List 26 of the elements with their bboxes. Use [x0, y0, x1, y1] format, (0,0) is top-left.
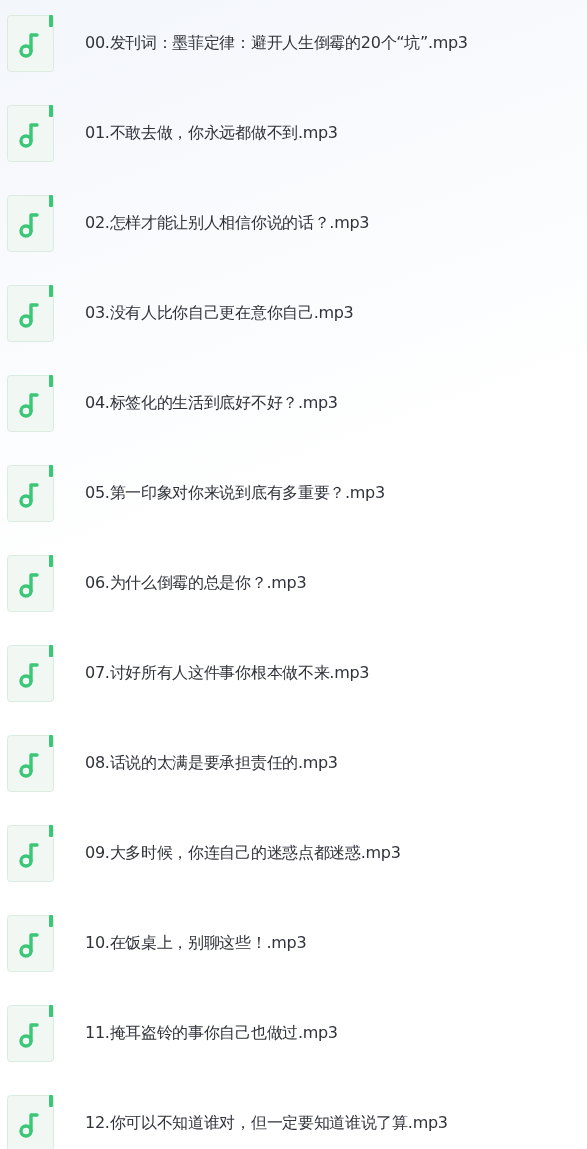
file-name[interactable]: 02.怎样才能让别人相信你说的话？.mp3: [85, 213, 370, 234]
audio-file-icon: [7, 825, 55, 883]
file-name[interactable]: 11.掩耳盗铃的事你自己也做过.mp3: [85, 1023, 338, 1044]
audio-file-icon: [7, 1005, 55, 1063]
file-name[interactable]: 09.大多时候，你连自己的迷惑点都迷惑.mp3: [85, 843, 401, 864]
file-name[interactable]: 06.为什么倒霉的总是你？.mp3: [85, 573, 307, 594]
file-name[interactable]: 07.讨好所有人这件事你根本做不来.mp3: [85, 663, 370, 684]
audio-file-icon: [7, 915, 55, 973]
audio-file-icon: [7, 1095, 55, 1149]
file-name[interactable]: 00.发刊词：墨菲定律：避开人生倒霉的20个“坑”.mp3: [85, 33, 468, 54]
audio-file-icon: [7, 465, 55, 523]
audio-file-icon: [7, 285, 55, 343]
file-name[interactable]: 04.标签化的生活到底好不好？.mp3: [85, 393, 338, 414]
audio-file-icon: [7, 15, 55, 73]
file-name[interactable]: 10.在饭桌上，别聊这些！.mp3: [85, 933, 307, 954]
file-name[interactable]: 03.没有人比你自己更在意你自己.mp3: [85, 303, 354, 324]
audio-file-icon: [7, 645, 55, 703]
file-name[interactable]: 08.话说的太满是要承担责任的.mp3: [85, 753, 338, 774]
audio-file-icon: [7, 375, 55, 433]
audio-file-icon: [7, 105, 55, 163]
file-name[interactable]: 01.不敢去做，你永远都做不到.mp3: [85, 123, 338, 144]
audio-file-icon: [7, 735, 55, 793]
audio-file-icon: [7, 555, 55, 613]
file-name[interactable]: 05.第一印象对你来说到底有多重要？.mp3: [85, 483, 385, 504]
file-name[interactable]: 12.你可以不知道谁对，但一定要知道谁说了算.mp3: [85, 1113, 448, 1134]
audio-file-icon: [7, 195, 55, 253]
